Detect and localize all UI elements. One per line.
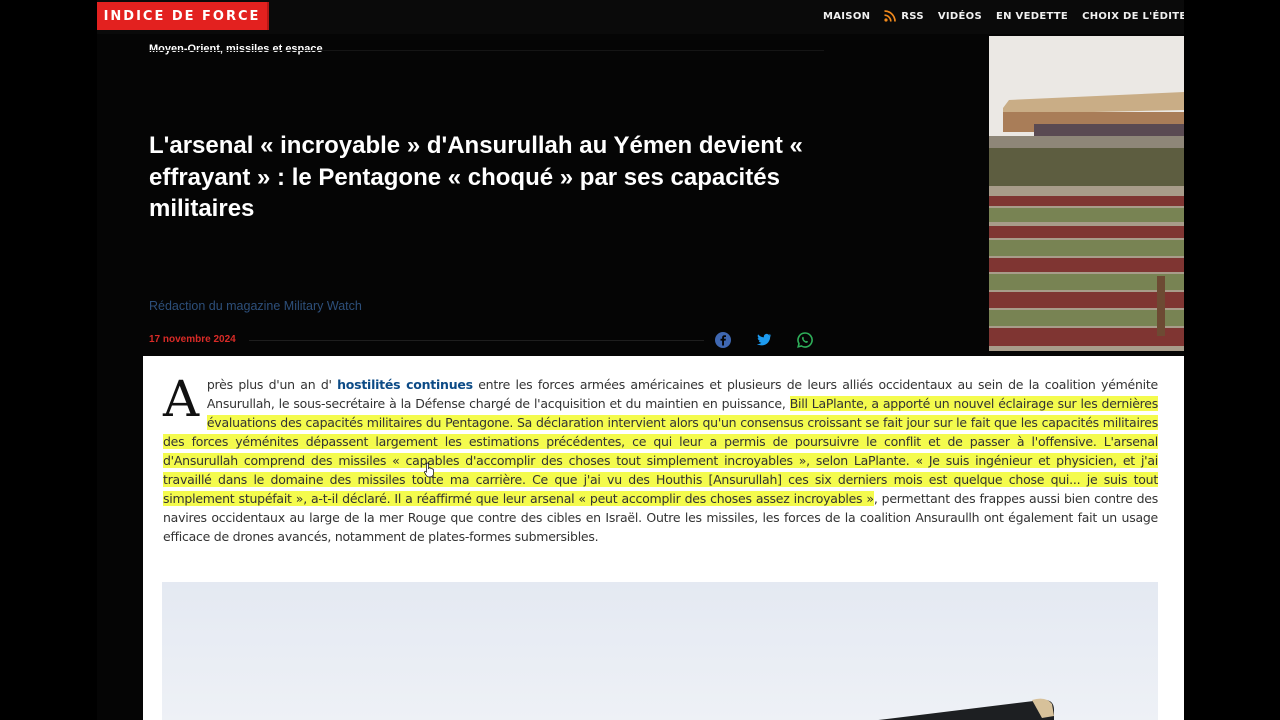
drop-cap: A xyxy=(163,370,199,428)
twitter-icon[interactable] xyxy=(755,331,773,349)
nav-item-videos[interactable]: VIDÉOS xyxy=(938,11,982,22)
top-navigation-bar: INDICE DE FORCE MAISON RSS VIDÉOS EN VED… xyxy=(97,0,1184,34)
whatsapp-icon[interactable] xyxy=(796,331,814,349)
mouse-cursor-icon xyxy=(424,462,434,478)
rss-icon xyxy=(884,10,897,22)
main-nav: MAISON RSS VIDÉOS EN VEDETTE CHOIX DE L'… xyxy=(823,0,1184,32)
nav-item-rss[interactable]: RSS xyxy=(884,10,924,22)
page: INDICE DE FORCE MAISON RSS VIDÉOS EN VED… xyxy=(97,0,1184,720)
nav-item-label: VIDÉOS xyxy=(937,10,982,22)
nav-item-label: RSS xyxy=(901,10,924,22)
nav-item-label: CHOIX DE L'ÉDITEUR xyxy=(1082,10,1184,22)
article-author[interactable]: Rédaction du magazine Military Watch xyxy=(149,299,362,313)
hero-image[interactable] xyxy=(989,36,1184,351)
nav-item-label: EN VEDETTE xyxy=(995,10,1069,22)
article-image[interactable] xyxy=(162,582,1158,720)
article-paragraph: Après plus d'un an d' hostilités continu… xyxy=(163,370,1158,546)
nav-item-choix-editeur[interactable]: CHOIX DE L'ÉDITEUR xyxy=(1082,11,1184,22)
category-divider xyxy=(149,50,824,51)
date-divider xyxy=(249,340,704,341)
nav-item-label: MAISON xyxy=(823,10,871,22)
article-body: Après plus d'un an d' hostilités continu… xyxy=(143,356,1184,720)
highlighted-text: Bill LaPlante, a apporté un nouvel éclai… xyxy=(163,396,1158,506)
text-segment: près plus d'un an d' xyxy=(206,377,338,392)
facebook-icon[interactable] xyxy=(714,331,732,349)
military-parade-photo xyxy=(989,36,1184,351)
nav-item-maison[interactable]: MAISON xyxy=(823,11,870,22)
site-logo[interactable]: INDICE DE FORCE xyxy=(97,2,269,30)
article-category[interactable]: Moyen-Orient, missiles et espace xyxy=(149,43,323,55)
nav-item-en-vedette[interactable]: EN VEDETTE xyxy=(996,11,1068,22)
article-title: L'arsenal « incroyable » d'Ansurullah au… xyxy=(149,132,803,222)
article-photo xyxy=(878,698,1054,720)
article-date: 17 novembre 2024 xyxy=(149,334,236,345)
hostilites-link[interactable]: hostilités continues xyxy=(337,377,473,392)
